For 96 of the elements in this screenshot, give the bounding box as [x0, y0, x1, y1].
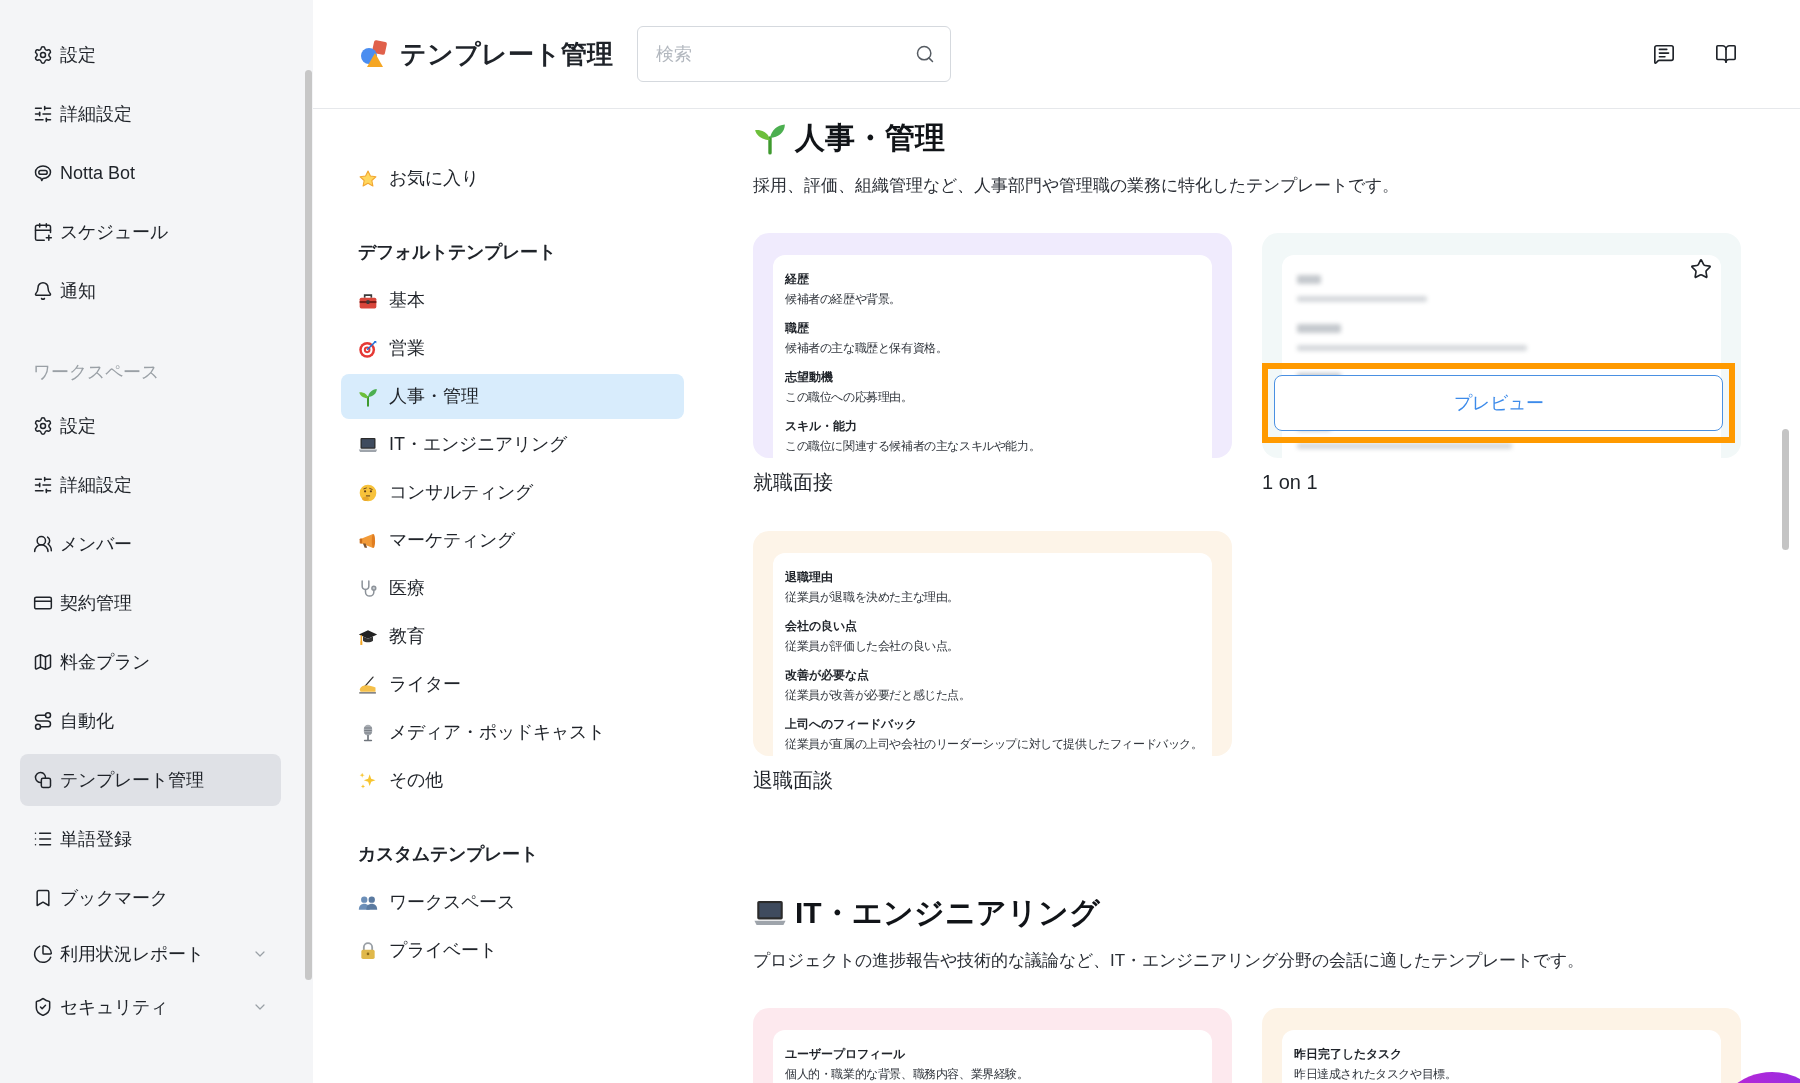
template-name[interactable]: 1 on 1 [1262, 468, 1318, 496]
category-item[interactable]: その他 [341, 758, 684, 803]
sidebar-item[interactable]: メンバー [20, 518, 281, 570]
seedling-icon [358, 386, 378, 407]
message-icon[interactable] [1653, 43, 1675, 65]
sidebar-item[interactable]: 契約管理 [20, 577, 281, 629]
field-heading: 昨日完了したタスク [1294, 1047, 1402, 1062]
section-description: 採用、評価、組織管理など、人事部門や管理職の業務に特化したテンプレートです。 [753, 175, 1399, 197]
category-item[interactable]: 人事・管理 [341, 374, 684, 419]
sidebar-section-title: ワークスペース [33, 361, 159, 384]
bot-icon [33, 163, 53, 183]
category-item[interactable]: お気に入り [341, 156, 684, 201]
field-description: 従業員が退職を決めた主な理由。 [785, 590, 959, 604]
category-item[interactable]: 基本 [341, 278, 684, 323]
star-icon [358, 168, 378, 189]
sidebar-item[interactable]: ブックマーク [20, 872, 281, 924]
section-description: プロジェクトの進捗報告や技術的な議論など、IT・エンジニアリング分野の会話に適したテンプレートです。 [753, 950, 1585, 972]
sidebar-item[interactable]: 通知 [20, 265, 281, 317]
sidebar-item[interactable]: セキュリティ [20, 984, 281, 1030]
template-card[interactable]: 退職理由 従業員が退職を決めた主な理由。 会社の良い点 従業員が評価した会社の良い点。 改善が必要な点 従業員が改善が必要だと感じた点。 上司へのフィードバック 従業員が直属の上司や会社のリーダーシップに対して提供したフィードバック。 [753, 531, 1232, 756]
field-description: 従業員が直属の上司や会社のリーダーシップに対して提供したフィードバック。 [785, 737, 1203, 751]
writing-icon [358, 674, 378, 695]
category-item[interactable]: プライベート [341, 928, 684, 973]
sidebar-item[interactable]: 詳細設定 [20, 88, 281, 140]
category-item[interactable]: 営業 [341, 326, 684, 371]
page-title: テンプレート管理 [400, 37, 613, 71]
sidebar-item[interactable]: テンプレート管理 [20, 754, 281, 806]
field-heading: 経歴 [785, 272, 809, 287]
search-icon[interactable] [915, 44, 935, 64]
emoji-face-icon [358, 482, 378, 503]
sidebar-item[interactable]: 利用状況レポート [20, 931, 281, 977]
sliders-icon [33, 475, 53, 495]
field-heading: 退職理由 [785, 570, 833, 585]
field-description: 昨日達成されたタスクや目標。 [1294, 1067, 1457, 1081]
category-item[interactable]: 教育 [341, 614, 684, 659]
map-icon [33, 652, 53, 672]
field-description: 候補者の主な職歴と保有資格。 [785, 341, 948, 355]
bell-icon [33, 281, 53, 301]
field-heading: 改善が必要な点 [785, 668, 869, 683]
category-item[interactable]: IT・エンジニアリング [341, 422, 684, 467]
category-item[interactable]: メディア・ポッドキャスト [341, 710, 684, 755]
category-item[interactable]: マーケティング [341, 518, 684, 563]
sliders-icon [33, 104, 53, 124]
field-description: この職位に関連する候補者の主なスキルや能力。 [785, 439, 1041, 453]
scrollbar-thumb[interactable] [305, 70, 312, 980]
route-icon [33, 711, 53, 731]
category-item[interactable]: コンサルティング [341, 470, 684, 515]
calendar-icon [33, 222, 53, 242]
template-card[interactable]: 昨日完了したタスク 昨日達成されたタスクや目標。 [1262, 1008, 1741, 1083]
field-description: 個人的・職業的な背景、職務内容、業界経験。 [785, 1067, 1029, 1081]
template-card[interactable]: ユーザープロフィール 個人的・職業的な背景、職務内容、業界経験。 [753, 1008, 1232, 1083]
users-icon [33, 534, 53, 554]
field-heading: 上司へのフィードバック [785, 717, 917, 732]
category-item[interactable]: ワークスペース [341, 880, 684, 925]
template-name[interactable]: 就職面接 [753, 468, 833, 496]
field-heading: スキル・能力 [785, 419, 857, 434]
bookmark-icon [33, 888, 53, 908]
category-group-title: カスタムテンプレート [357, 843, 539, 866]
stethoscope-icon [358, 578, 378, 599]
shield-check-icon [33, 997, 53, 1017]
sidebar-item[interactable]: スケジュール [20, 206, 281, 258]
padlock-icon [358, 940, 378, 961]
field-heading: 志望動機 [785, 370, 833, 385]
pie-chart-icon [33, 944, 53, 964]
logo-icon [360, 40, 390, 68]
field-description: この職位への応募理由。 [785, 390, 913, 404]
category-item[interactable]: ライター [341, 662, 684, 707]
category-group-title: デフォルトテンプレート [357, 241, 557, 264]
list-icon [33, 829, 53, 849]
template-card[interactable]: 経歴 候補者の経歴や背景。 職歴 候補者の主な職歴と保有資格。 志望動機 この職位への応募理由。 スキル・能力 この職位に関連する候補者の主なスキルや能力。 [753, 233, 1232, 458]
star-icon[interactable] [1690, 258, 1712, 280]
field-heading: 職歴 [785, 321, 809, 336]
field-heading: 会社の良い点 [785, 619, 857, 634]
shapes-icon [33, 770, 53, 790]
section-title: IT・エンジニアリング [795, 895, 1100, 931]
field-description: 候補者の経歴や背景。 [785, 292, 901, 306]
sidebar-item[interactable]: 設定 [20, 29, 281, 81]
search-field[interactable]: 検索 [637, 26, 951, 82]
template-name[interactable]: 退職面談 [753, 766, 833, 794]
settings-icon [33, 416, 53, 436]
sidebar-item[interactable]: 詳細設定 [20, 459, 281, 511]
sidebar-item[interactable]: 自動化 [20, 695, 281, 747]
settings-icon [33, 45, 53, 65]
section-title: 人事・管理 [795, 120, 945, 156]
target-icon [358, 338, 378, 359]
field-description: 従業員が評価した会社の良い点。 [785, 639, 959, 653]
credit-card-icon [33, 593, 53, 613]
sidebar-item[interactable]: Notta Bot [20, 147, 281, 199]
field-description: 従業員が改善が必要だと感じた点。 [785, 688, 971, 702]
field-heading: ユーザープロフィール [785, 1047, 905, 1062]
scrollbar-thumb[interactable] [1782, 429, 1789, 550]
book-icon[interactable] [1715, 43, 1737, 65]
sidebar-item[interactable]: 料金プラン [20, 636, 281, 688]
sidebar-item[interactable]: 単語登録 [20, 813, 281, 865]
category-item[interactable]: 医療 [341, 566, 684, 611]
sidebar-item[interactable]: 設定 [20, 400, 281, 452]
